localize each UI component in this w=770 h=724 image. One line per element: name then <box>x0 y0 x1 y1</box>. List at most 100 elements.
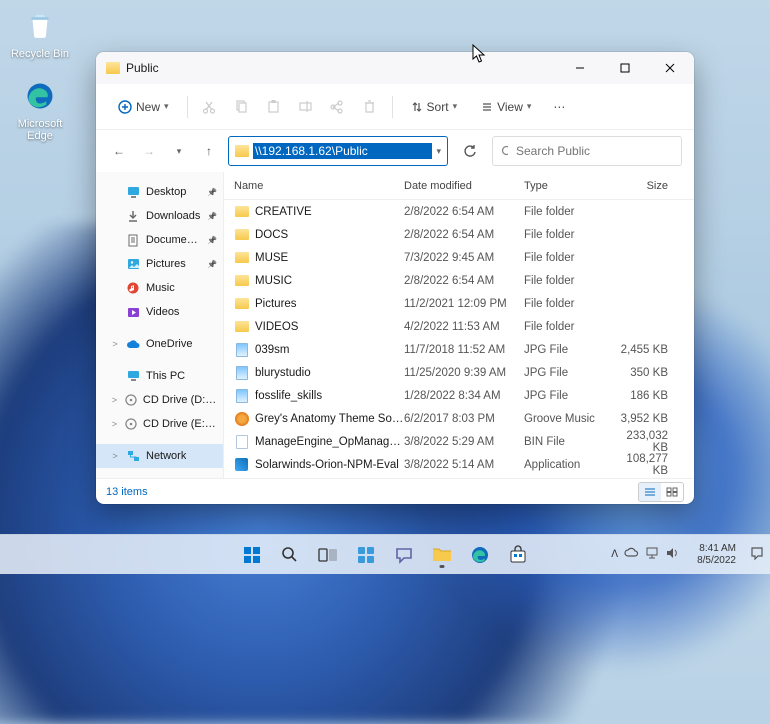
file-size: 186 KB <box>614 390 684 402</box>
cddrive-e-icon <box>125 417 137 431</box>
desktop-icon <box>126 185 140 199</box>
file-row[interactable]: ManageEngine_OpManager_64bit.bin 3/8/202… <box>224 430 694 453</box>
view-toggle <box>638 482 684 502</box>
sort-icon <box>411 101 423 113</box>
volume-icon[interactable] <box>665 547 679 562</box>
file-row[interactable]: Grey's Anatomy Theme Song-BuY5H_IAy... 6… <box>224 407 694 430</box>
store-taskbar-button[interactable] <box>502 539 534 571</box>
sidebar-item-music[interactable]: Music <box>96 276 223 300</box>
notifications-button[interactable] <box>748 546 766 563</box>
file-type: File folder <box>524 298 614 310</box>
close-button[interactable] <box>647 52 692 84</box>
file-icon <box>234 434 249 449</box>
column-name[interactable]: Name <box>224 172 404 199</box>
more-button[interactable]: ⋯ <box>545 93 573 121</box>
file-row[interactable]: MUSIC 2/8/2022 6:54 AM File folder <box>224 269 694 292</box>
edge-taskbar-button[interactable] <box>464 539 496 571</box>
file-row[interactable]: blurystudio 11/25/2020 9:39 AM JPG File … <box>224 361 694 384</box>
file-row[interactable]: VIDEOS 4/2/2022 11:53 AM File folder <box>224 315 694 338</box>
file-row[interactable]: 039sm 11/7/2018 11:52 AM JPG File 2,455 … <box>224 338 694 361</box>
sidebar-item-thispc[interactable]: This PC <box>96 364 223 388</box>
view-button[interactable]: View ▾ <box>471 94 541 120</box>
file-row[interactable]: MUSE 7/3/2022 9:45 AM File folder <box>224 246 694 269</box>
status-bar: 13 items <box>96 478 694 504</box>
sidebar-item-downloads[interactable]: Downloads📌 <box>96 204 223 228</box>
chat-button[interactable] <box>388 539 420 571</box>
recent-locations-button[interactable]: ▾ <box>168 140 190 162</box>
back-button[interactable]: ← <box>108 140 130 162</box>
file-date: 1/28/2022 8:34 AM <box>404 390 524 402</box>
cloud-icon[interactable] <box>624 547 639 562</box>
file-type: Groove Music <box>524 413 614 425</box>
music-icon <box>126 281 140 295</box>
sidebar-item-desktop[interactable]: Desktop📌 <box>96 180 223 204</box>
expand-icon: > <box>110 395 119 405</box>
sidebar-item-cddrive-d[interactable]: >CD Drive (D:) CC <box>96 388 223 412</box>
details-view-button[interactable] <box>639 483 661 501</box>
music-icon <box>234 411 249 426</box>
file-row[interactable]: Pictures 11/2/2021 12:09 PM File folder <box>224 292 694 315</box>
folder-icon <box>234 204 249 219</box>
address-bar[interactable]: \\192.168.1.62\Public ▾ <box>228 136 448 166</box>
column-size[interactable]: Size <box>614 172 684 199</box>
desktop-icon-recycle-bin[interactable]: Recycle Bin <box>8 8 72 60</box>
pin-icon: 📌 <box>207 260 217 269</box>
onedrive-icon <box>126 337 140 351</box>
tray-chevron-icon[interactable]: ᐱ <box>611 549 618 560</box>
file-explorer-taskbar-button[interactable] <box>426 539 458 571</box>
sort-button[interactable]: Sort ▾ <box>401 94 468 120</box>
file-size: 233,032 KB <box>614 430 684 454</box>
file-date: 11/2/2021 12:09 PM <box>404 298 524 310</box>
up-button[interactable]: ↑ <box>198 140 220 162</box>
sidebar-item-network[interactable]: >Network <box>96 444 223 468</box>
share-button <box>324 93 352 121</box>
network-icon[interactable] <box>645 547 659 562</box>
documents-icon <box>126 233 140 247</box>
file-row[interactable]: CREATIVE 2/8/2022 6:54 AM File folder <box>224 200 694 223</box>
view-label: View <box>497 100 523 114</box>
chevron-down-icon[interactable]: ▾ <box>436 146 441 157</box>
file-name: ManageEngine_OpManager_64bit.bin <box>255 436 404 448</box>
file-name: 039sm <box>255 344 290 356</box>
pin-icon: 📌 <box>207 188 217 197</box>
sidebar-item-pictures[interactable]: Pictures📌 <box>96 252 223 276</box>
file-date: 2/8/2022 6:54 AM <box>404 229 524 241</box>
pictures-icon <box>126 257 140 271</box>
clock-time: 8:41 AM <box>697 543 736 555</box>
sidebar-item-onedrive[interactable]: >OneDrive <box>96 332 223 356</box>
search-input[interactable] <box>514 143 673 159</box>
taskbar-center <box>236 539 534 571</box>
file-row[interactable]: fosslife_skills 1/28/2022 8:34 AM JPG Fi… <box>224 384 694 407</box>
search-button[interactable] <box>274 539 306 571</box>
column-date[interactable]: Date modified <box>404 172 524 199</box>
file-row[interactable]: Solarwinds-Orion-NPM-Eval 3/8/2022 5:14 … <box>224 453 694 476</box>
file-date: 11/25/2020 9:39 AM <box>404 367 524 379</box>
taskbar: ᐱ 8:41 AM 8/5/2022 <box>0 534 770 574</box>
separator <box>187 96 188 118</box>
taskbar-clock[interactable]: 8:41 AM 8/5/2022 <box>691 543 742 566</box>
titlebar[interactable]: Public <box>96 52 694 84</box>
new-button[interactable]: New ▾ <box>108 94 179 120</box>
file-name: MUSE <box>255 252 288 264</box>
chevron-down-icon: ▾ <box>453 101 458 112</box>
widgets-button[interactable] <box>350 539 382 571</box>
taskbar-right: ᐱ 8:41 AM 8/5/2022 <box>605 543 766 566</box>
column-type[interactable]: Type <box>524 172 614 199</box>
address-text[interactable]: \\192.168.1.62\Public <box>253 143 432 159</box>
thumbnails-view-button[interactable] <box>661 483 683 501</box>
file-date: 6/2/2017 8:03 PM <box>404 413 524 425</box>
file-row[interactable]: DOCS 2/8/2022 6:54 AM File folder <box>224 223 694 246</box>
search-box[interactable] <box>492 136 682 166</box>
maximize-button[interactable] <box>602 52 647 84</box>
desktop-icon-edge[interactable]: Microsoft Edge <box>8 78 72 142</box>
task-view-button[interactable] <box>312 539 344 571</box>
minimize-button[interactable] <box>557 52 602 84</box>
expand-icon: > <box>110 451 120 461</box>
refresh-button[interactable] <box>456 137 484 165</box>
downloads-icon <box>126 209 140 223</box>
sidebar-item-videos[interactable]: Videos <box>96 300 223 324</box>
folder-icon <box>234 227 249 242</box>
sidebar-item-cddrive-e[interactable]: >CD Drive (E:) CC <box>96 412 223 436</box>
start-button[interactable] <box>236 539 268 571</box>
sidebar-item-documents[interactable]: Documents📌 <box>96 228 223 252</box>
